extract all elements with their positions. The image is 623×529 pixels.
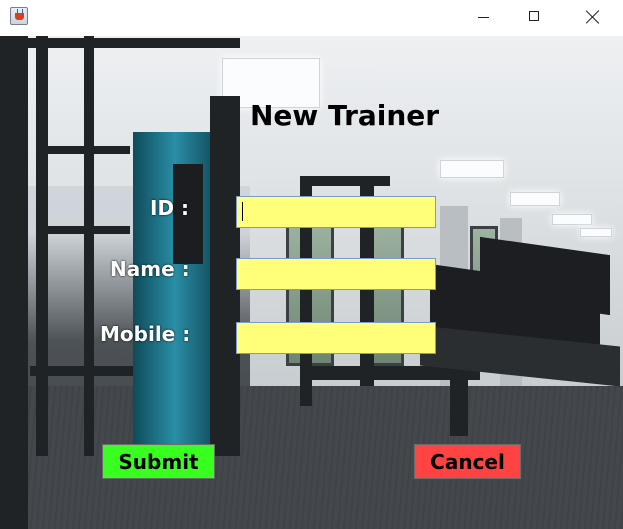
java-app-icon [10,7,28,25]
form-title: New Trainer [250,99,440,132]
mobile-label: Mobile : [100,322,191,346]
id-input[interactable] [236,196,436,228]
maximize-icon [529,11,539,21]
close-icon [586,10,600,24]
maximize-button[interactable] [512,0,558,36]
minimize-icon [478,17,489,18]
mobile-input[interactable] [236,322,436,354]
submit-button[interactable]: Submit [102,444,215,479]
close-button[interactable] [570,0,616,36]
name-input[interactable] [236,258,436,290]
form-panel: New Trainer ID : Name : Mobile : Submit … [0,36,623,529]
text-cursor [242,202,243,221]
id-label: ID : [150,196,190,220]
title-bar [0,0,623,36]
minimize-button[interactable] [461,0,507,36]
cancel-button[interactable]: Cancel [414,444,521,479]
name-label: Name : [110,257,190,281]
